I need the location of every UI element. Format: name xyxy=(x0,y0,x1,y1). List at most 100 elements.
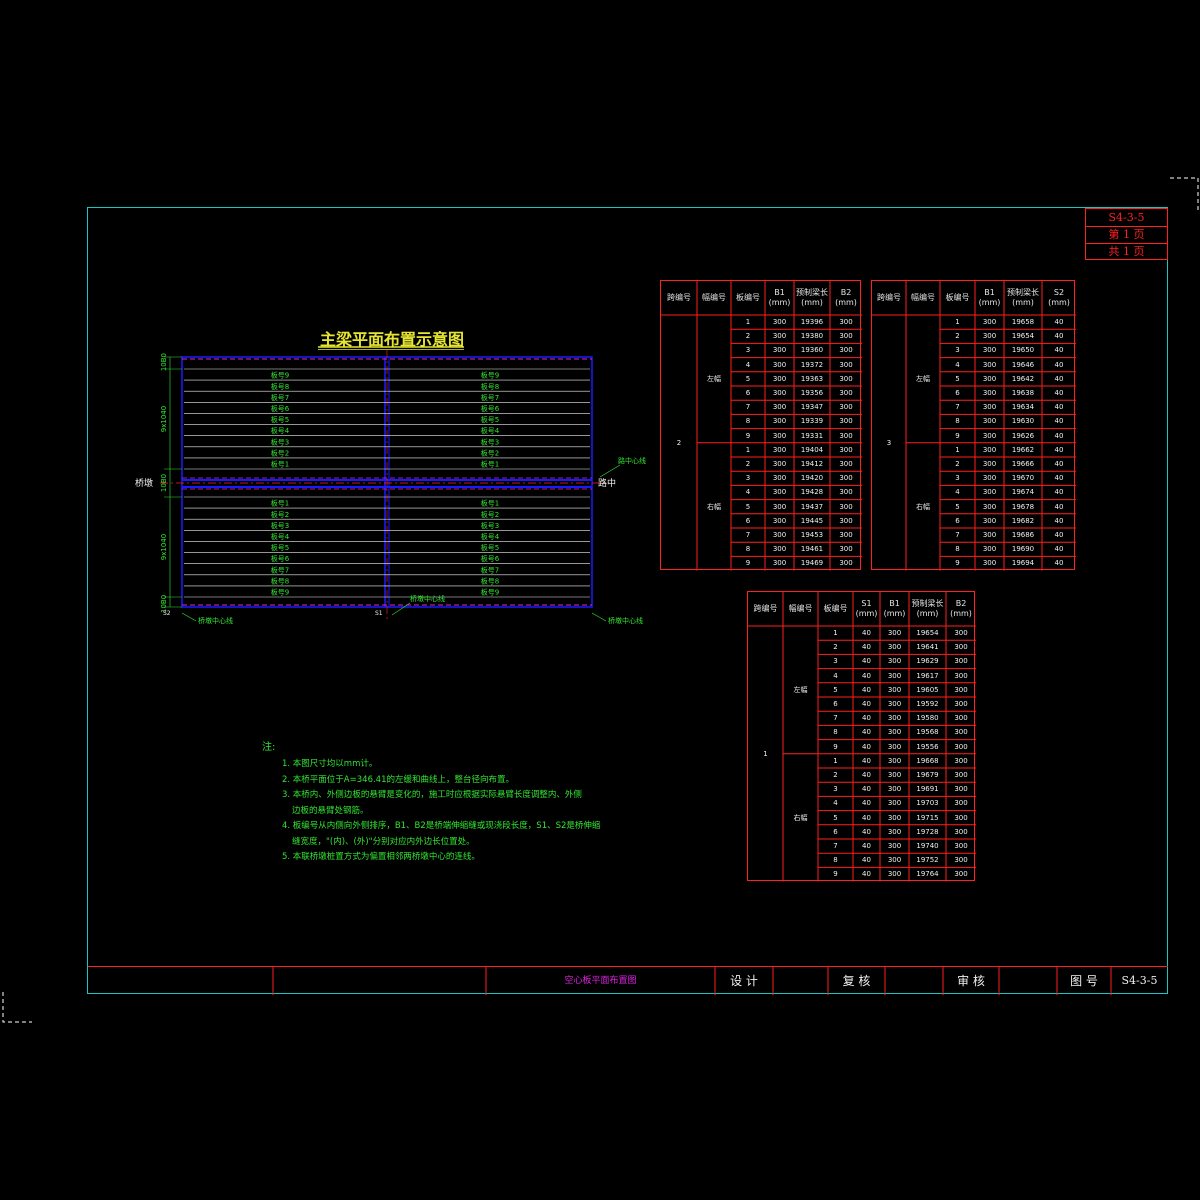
table-cell: 19674 xyxy=(1011,488,1035,497)
plate-label-left-top: 板号2 xyxy=(271,448,289,457)
table-cell: 19740 xyxy=(916,842,939,850)
table-cell: 19626 xyxy=(1011,431,1035,440)
table-cell: 300 xyxy=(982,403,997,412)
table-cell: 300 xyxy=(772,502,787,511)
table-cell: 5 xyxy=(955,502,960,511)
plate-label-right-bottom: 板号6 xyxy=(481,554,500,563)
span-number: 1 xyxy=(763,749,768,758)
table-cell: 19670 xyxy=(1011,474,1035,483)
table-cell: 40 xyxy=(1054,346,1064,355)
table-cell: 19679 xyxy=(916,771,939,779)
table-cell: 19641 xyxy=(916,643,939,652)
table-cell: 6 xyxy=(745,516,751,525)
table-cell: 19412 xyxy=(800,460,824,468)
table-cell: 300 xyxy=(839,559,853,568)
beam-table-span2: 跨编号 幅编号 板编号 B1 (mm) 预制梁长 (mm) B2 (mm) 2 左幅 1 300 1… xyxy=(660,280,862,571)
table-cell: 6 xyxy=(955,389,960,397)
plate-label-left-bottom: 板号9 xyxy=(271,588,289,597)
table-cell: 19396 xyxy=(800,318,824,326)
dim-label-4: 9x1040 xyxy=(160,534,168,560)
table-cell: 19662 xyxy=(1011,445,1035,454)
label-road-centre-2: 路中 xyxy=(598,477,616,489)
table-cell: 40 xyxy=(1054,460,1064,468)
label-pier-centre-left: 桥墩中心线 xyxy=(198,616,233,625)
table-cell: 19617 xyxy=(916,671,939,680)
title-block: 空心板平面布置图 设 计 复 核 审 核 图 号 S4-3-5 xyxy=(88,966,1168,995)
table-cell: 300 xyxy=(772,360,787,369)
table-cell: 19568 xyxy=(916,728,939,737)
table-cell: 8 xyxy=(955,545,960,554)
plate-label-left-top: 板号5 xyxy=(271,415,289,424)
table-cell: 300 xyxy=(772,417,787,426)
span-number: 3 xyxy=(886,438,892,447)
plate-label-right-bottom: 板号5 xyxy=(481,543,499,552)
table-cell: 19356 xyxy=(800,389,824,397)
table-cell: 300 xyxy=(839,374,853,383)
table-cell: 19453 xyxy=(800,531,824,539)
table-header-cell: 板编号 xyxy=(736,293,760,302)
table-cell: 19380 xyxy=(800,332,824,341)
table-cell: 2 xyxy=(833,643,838,652)
table-cell: 19654 xyxy=(916,629,939,637)
table-header-cell: S1 (mm) xyxy=(855,599,878,618)
table-cell: 40 xyxy=(862,785,871,794)
table-cell: 40 xyxy=(862,827,871,836)
table-cell: 300 xyxy=(954,742,968,751)
table-cell: 300 xyxy=(772,545,787,554)
table-cell: 300 xyxy=(772,403,787,412)
note-line: 5. 本联桥墩桩置方式为偏置相邻两桥墩中心的连线。 xyxy=(282,852,480,862)
plate-label-left-bottom: 板号1 xyxy=(271,499,289,508)
table-cell: 40 xyxy=(862,856,871,865)
label-pier-left: 桥墩 xyxy=(135,477,153,489)
table-header-cell: 幅编号 xyxy=(702,293,726,302)
table-cell: 19668 xyxy=(916,756,939,765)
plate-label-right-bottom: 板号1 xyxy=(481,499,499,508)
table-cell: 2 xyxy=(955,460,960,468)
table-cell: 40 xyxy=(1054,318,1064,326)
plate-label-right-top: 板号7 xyxy=(481,393,499,402)
table-cell: 300 xyxy=(772,389,787,397)
note-line: 2. 本桥平面位于A=346.41的左缓和曲线上，整台径向布置。 xyxy=(282,774,514,785)
table-cell: 8 xyxy=(955,417,960,426)
table-cell: 1 xyxy=(745,445,751,454)
plate-label-right-top: 板号5 xyxy=(481,415,499,424)
table-cell: 1 xyxy=(955,445,960,454)
plate-label-left-top: 板号3 xyxy=(271,437,289,446)
table-cell: 300 xyxy=(982,474,997,483)
plate-label-right-bottom: 板号8 xyxy=(481,576,499,585)
table-cell: 300 xyxy=(982,488,997,497)
table-cell: 300 xyxy=(887,827,902,836)
plate-label-left-top: 板号9 xyxy=(271,371,289,380)
table-cell: 300 xyxy=(887,756,902,765)
table-cell: 8 xyxy=(833,856,838,865)
table-cell: 3 xyxy=(745,474,751,483)
table-cell: 19592 xyxy=(916,700,939,708)
drawing-no-label: 图 号 xyxy=(1070,974,1098,988)
table-cell: 19642 xyxy=(1011,374,1035,383)
check-label: 复 核 xyxy=(842,974,871,988)
dim-label-2: 9x1040 xyxy=(160,406,168,432)
table-cell: 300 xyxy=(954,856,968,865)
span-number: 2 xyxy=(676,438,682,447)
table-cell: 2 xyxy=(745,332,751,341)
table-cell: 7 xyxy=(833,714,838,723)
table-cell: 300 xyxy=(887,671,902,680)
table-header-cell: 板编号 xyxy=(823,604,848,613)
table-cell: 40 xyxy=(862,870,871,879)
beam-plan-diagram: 板号9 板号9 板号8 板号8 板号7 板号7 板号6 板号6 板号5 板号5 板号4 板号4 板号3 板… xyxy=(135,350,646,625)
drawing-name: 空心板平面布置图 xyxy=(564,976,637,986)
table-cell: 300 xyxy=(982,374,997,383)
table-cell: 40 xyxy=(1054,431,1064,440)
table-cell: 40 xyxy=(862,643,871,652)
table-cell: 300 xyxy=(772,531,787,539)
table-cell: 300 xyxy=(982,360,997,369)
table-cell: 300 xyxy=(982,318,997,326)
table-cell: 40 xyxy=(862,714,871,723)
table-cell: 6 xyxy=(955,516,960,525)
table-cell: 300 xyxy=(772,460,787,468)
label-road-centre: 路中心线 xyxy=(618,456,646,465)
table-cell: 9 xyxy=(833,742,838,751)
table-header-cell: 跨编号 xyxy=(877,293,901,302)
table-cell: 300 xyxy=(839,332,853,341)
design-label: 设 计 xyxy=(730,974,758,988)
